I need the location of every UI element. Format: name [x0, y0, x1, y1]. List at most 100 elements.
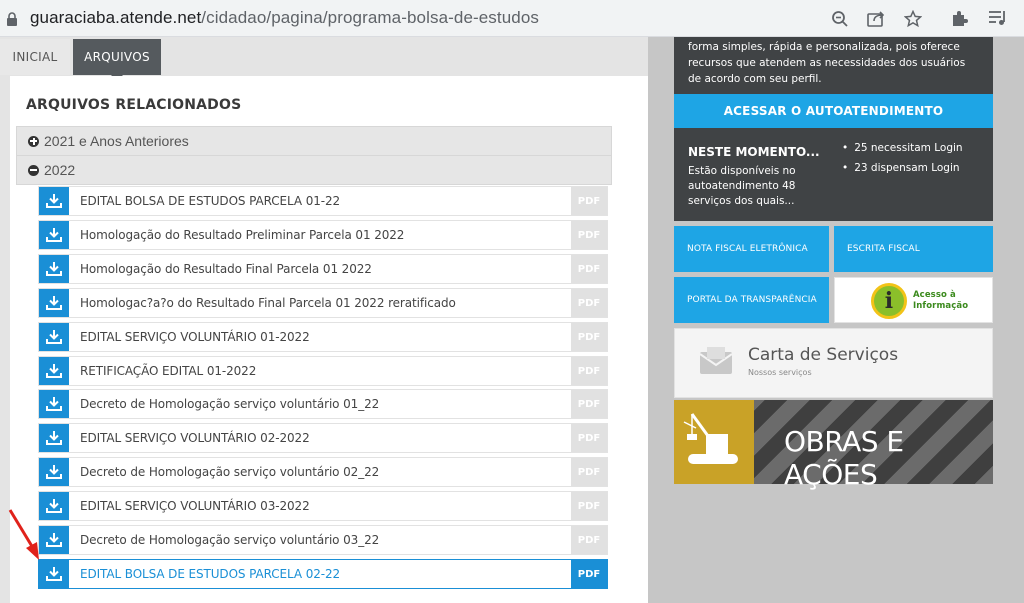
red-arrow-annotation [8, 509, 39, 560]
download-button[interactable] [39, 560, 69, 588]
pdf-badge[interactable]: PDF [571, 424, 607, 452]
file-row[interactable]: Homologac?a?o do Resultado Final Parcela… [38, 288, 608, 318]
pdf-badge[interactable]: PDF [571, 560, 607, 588]
download-button[interactable] [39, 187, 69, 215]
download-button[interactable] [39, 424, 69, 452]
acesso-informacao-label: Acesso à Informação [913, 290, 968, 312]
file-name[interactable]: EDITAL SERVIÇO VOLUNTÁRIO 01-2022 [80, 330, 310, 344]
nota-fiscal-tile[interactable]: NOTA FISCAL ELETRÔNICA [674, 226, 829, 272]
group-2021-header[interactable]: 2021 e Anos Anteriores [16, 126, 612, 156]
carta-title: Carta de Serviços [748, 345, 899, 365]
download-button[interactable] [39, 221, 69, 249]
moment-title: NESTE MOMENTO... [688, 145, 820, 159]
file-name[interactable]: Homologação do Resultado Preliminar Parc… [80, 228, 404, 242]
download-button[interactable] [39, 255, 69, 283]
download-icon [46, 194, 62, 208]
browser-toolbar: guaraciaba.atende.net/cidadao/pagina/pro… [0, 0, 1024, 37]
pdf-badge[interactable]: PDF [571, 323, 607, 351]
autoatendimento-button[interactable]: ACESSAR O AUTOATENDIMENTO [674, 94, 993, 128]
download-button[interactable] [39, 390, 69, 418]
file-row[interactable]: RETIFICAÇÃO EDITAL 01-2022 PDF [38, 356, 608, 386]
section-title: ARQUIVOS RELACIONADOS [26, 97, 242, 113]
acesso-label-line2: Informação [913, 301, 969, 311]
download-icon [46, 330, 62, 344]
intro-text: forma simples, rápida e personalizada, p… [688, 41, 966, 85]
group-label: 2022 [44, 162, 76, 178]
file-name[interactable]: EDITAL BOLSA DE ESTUDOS PARCELA 02-22 [80, 567, 340, 581]
file-row[interactable]: Decreto de Homologação serviço voluntári… [38, 525, 608, 555]
url-path: /cidadao/pagina/programa-bolsa-de-estudo… [201, 8, 539, 27]
file-row[interactable]: Decreto de Homologação serviço voluntári… [38, 457, 608, 487]
extensions-icon[interactable] [950, 8, 970, 28]
download-button[interactable] [39, 323, 69, 351]
download-button[interactable] [39, 526, 69, 554]
moment-description: Estão disponíveis no autoatendimento 48 … [688, 165, 796, 207]
file-name[interactable]: EDITAL SERVIÇO VOLUNTÁRIO 02-2022 [80, 431, 310, 445]
carta-servicos-banner[interactable]: Carta de Serviços Nossos serviços [674, 328, 993, 398]
obras-title: OBRAS E AÇÕES [784, 425, 904, 491]
expand-icon [28, 135, 39, 147]
pdf-badge[interactable]: PDF [571, 289, 607, 317]
download-button[interactable] [39, 289, 69, 317]
file-row[interactable]: EDITAL SERVIÇO VOLUNTÁRIO 02-2022 PDF [38, 423, 608, 453]
file-row[interactable]: EDITAL SERVIÇO VOLUNTÁRIO 01-2022 PDF [38, 322, 608, 352]
pdf-badge[interactable]: PDF [571, 255, 607, 283]
download-button[interactable] [39, 492, 69, 520]
group-2022-header[interactable]: 2022 [16, 155, 612, 185]
escrita-fiscal-tile[interactable]: ESCRITA FISCAL [834, 226, 993, 272]
download-icon [46, 296, 62, 310]
envelope-icon [699, 347, 733, 374]
file-row[interactable]: EDITAL BOLSA DE ESTUDOS PARCELA 01-22 PDF [38, 186, 608, 216]
pdf-badge[interactable]: PDF [571, 187, 607, 215]
address-bar[interactable]: guaraciaba.atende.net/cidadao/pagina/pro… [0, 2, 935, 34]
zoom-icon[interactable] [831, 10, 849, 28]
obras-icon-panel [674, 400, 754, 484]
group-label: 2021 e Anos Anteriores [44, 133, 189, 149]
obras-acoes-banner[interactable]: OBRAS E AÇÕES [674, 400, 993, 491]
moment-box: NESTE MOMENTO... Estão disponíveis no au… [674, 128, 993, 221]
file-name[interactable]: EDITAL SERVIÇO VOLUNTÁRIO 03-2022 [80, 499, 310, 513]
pdf-badge[interactable]: PDF [571, 492, 607, 520]
file-name[interactable]: Decreto de Homologação serviço voluntári… [80, 533, 379, 547]
file-name[interactable]: Decreto de Homologação serviço voluntári… [80, 465, 379, 479]
download-icon [46, 431, 62, 445]
portal-transparencia-tile[interactable]: PORTAL DA TRANSPARÊNCIA [674, 277, 829, 323]
pdf-badge[interactable]: PDF [571, 357, 607, 385]
tab-arquivos[interactable]: ARQUIVOS [73, 39, 161, 81]
moment-item: 23 dispensam Login [842, 162, 963, 174]
file-row[interactable]: EDITAL SERVIÇO VOLUNTÁRIO 03-2022 PDF [38, 491, 608, 521]
acesso-informacao-tile[interactable]: i Acesso à Informação [834, 277, 993, 323]
file-name[interactable]: EDITAL BOLSA DE ESTUDOS PARCELA 01-22 [80, 194, 340, 208]
file-row[interactable]: EDITAL BOLSA DE ESTUDOS PARCELA 02-22 PDF [38, 559, 608, 589]
pdf-badge[interactable]: PDF [571, 526, 607, 554]
moment-list: 25 necessitam Login 23 dispensam Login [842, 142, 963, 182]
file-name[interactable]: RETIFICAÇÃO EDITAL 01-2022 [80, 364, 256, 378]
file-name[interactable]: Homologação do Resultado Final Parcela 0… [80, 262, 372, 276]
pdf-badge[interactable]: PDF [571, 390, 607, 418]
download-icon [46, 499, 62, 513]
bookmark-star-icon[interactable] [904, 10, 922, 28]
file-name[interactable]: Homologac?a?o do Resultado Final Parcela… [80, 296, 456, 310]
download-icon [46, 533, 62, 547]
tab-inicial[interactable]: INICIAL [0, 39, 70, 75]
download-icon [46, 262, 62, 276]
url-host: guaraciaba.atende.net [30, 8, 202, 27]
url-text: guaraciaba.atende.net/cidadao/pagina/pro… [30, 8, 539, 28]
download-icon [46, 228, 62, 242]
download-icon [46, 397, 62, 411]
carta-subtitle: Nossos serviços [748, 368, 812, 377]
pdf-badge[interactable]: PDF [571, 221, 607, 249]
pdf-badge[interactable]: PDF [571, 458, 607, 486]
download-button[interactable] [39, 458, 69, 486]
download-button[interactable] [39, 357, 69, 385]
share-icon[interactable] [866, 10, 886, 28]
lock-icon [7, 12, 17, 26]
autoatendimento-intro: forma simples, rápida e personalizada, p… [674, 37, 993, 94]
file-row[interactable]: Decreto de Homologação serviço voluntári… [38, 389, 608, 419]
file-name[interactable]: Decreto de Homologação serviço voluntári… [80, 397, 379, 411]
file-row[interactable]: Homologação do Resultado Final Parcela 0… [38, 254, 608, 284]
media-control-icon[interactable] [987, 8, 1007, 28]
file-row[interactable]: Homologação do Resultado Preliminar Parc… [38, 220, 608, 250]
crane-icon [683, 413, 738, 464]
download-icon [46, 465, 62, 479]
